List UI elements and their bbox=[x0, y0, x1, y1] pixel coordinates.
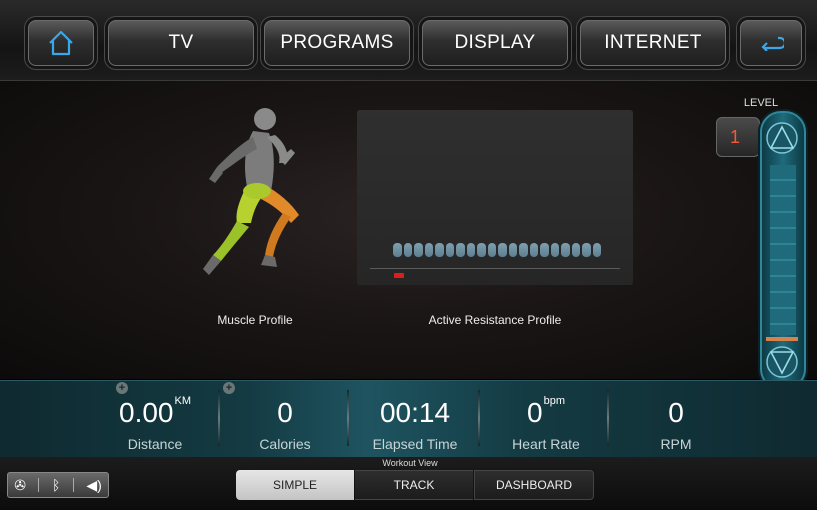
tv-button[interactable]: TV bbox=[108, 20, 254, 66]
calories-value: 0 bbox=[277, 397, 293, 428]
resistance-bar bbox=[477, 243, 486, 257]
resistance-bar bbox=[393, 243, 402, 257]
stat-divider bbox=[607, 390, 609, 446]
resistance-bar bbox=[445, 243, 454, 257]
home-button[interactable] bbox=[28, 20, 94, 66]
fan-icon[interactable]: ✇ bbox=[14, 477, 26, 494]
display-button[interactable]: DISPLAY bbox=[422, 20, 568, 66]
progress-marker bbox=[394, 273, 404, 278]
resistance-bar bbox=[456, 243, 465, 257]
level-up-button[interactable] bbox=[766, 120, 798, 156]
resistance-bar bbox=[414, 243, 423, 257]
resistance-bar bbox=[508, 243, 517, 257]
track-line bbox=[370, 268, 620, 269]
heart-rate-label: Heart Rate bbox=[512, 436, 580, 452]
status-icons: ✇ ᛒ ◀) bbox=[7, 472, 109, 498]
level-value-text: 1 bbox=[730, 126, 741, 147]
back-button[interactable] bbox=[740, 20, 802, 66]
back-icon bbox=[761, 36, 784, 51]
resistance-bar bbox=[529, 243, 538, 257]
muscle-profile-figure bbox=[203, 108, 299, 275]
tab-track[interactable]: TRACK bbox=[355, 470, 473, 500]
tab-dashboard-label: DASHBOARD bbox=[495, 478, 572, 492]
resistance-bar bbox=[498, 243, 507, 257]
calories-label: Calories bbox=[259, 436, 311, 452]
resistance-bar bbox=[592, 243, 601, 257]
resistance-bar bbox=[403, 243, 412, 257]
stat-divider bbox=[218, 390, 220, 446]
status-divider bbox=[38, 478, 40, 492]
resistance-bar bbox=[561, 243, 570, 257]
resistance-bars bbox=[393, 243, 601, 257]
resistance-profile-label: Active Resistance Profile bbox=[428, 313, 562, 327]
workout-view-label: Workout View bbox=[382, 458, 438, 468]
stat-divider bbox=[478, 390, 480, 446]
rpm-label: RPM bbox=[660, 436, 692, 452]
internet-button[interactable]: INTERNET bbox=[580, 20, 726, 66]
resistance-bar bbox=[571, 243, 580, 257]
distance-number: 0.00 bbox=[119, 397, 174, 428]
level-down-button[interactable] bbox=[766, 344, 798, 380]
bluetooth-icon[interactable]: ᛒ bbox=[52, 477, 60, 493]
stat-divider bbox=[347, 390, 349, 446]
elapsed-time-label: Elapsed Time bbox=[372, 436, 458, 452]
status-divider bbox=[72, 478, 74, 492]
resistance-bar bbox=[424, 243, 433, 257]
heart-rate-number: 0 bbox=[527, 397, 543, 428]
resistance-bar bbox=[540, 243, 549, 257]
distance-label: Distance bbox=[127, 436, 183, 452]
resistance-bar bbox=[582, 243, 591, 257]
distance-unit: KM bbox=[174, 395, 192, 407]
resistance-profile-panel bbox=[357, 110, 633, 285]
programs-button[interactable]: PROGRAMS bbox=[264, 20, 410, 66]
level-indicator bbox=[766, 337, 798, 341]
distance-value: 0.00KM bbox=[95, 395, 215, 429]
home-icon bbox=[49, 30, 73, 56]
heart-rate-unit: bpm bbox=[543, 395, 565, 407]
display-button-label: DISPLAY bbox=[454, 32, 536, 53]
tab-simple-label: SIMPLE bbox=[272, 478, 317, 492]
rpm-value: 0 bbox=[668, 397, 684, 428]
resistance-bar bbox=[435, 243, 444, 257]
programs-button-label: PROGRAMS bbox=[280, 32, 394, 53]
muscle-profile-label: Muscle Profile bbox=[217, 313, 293, 327]
distance-add-icon[interactable]: + bbox=[116, 382, 128, 394]
level-value: 1 bbox=[716, 117, 760, 157]
calories-add-icon[interactable]: + bbox=[223, 382, 235, 394]
internet-button-label: INTERNET bbox=[604, 32, 702, 53]
heart-rate-value: 0bpm bbox=[486, 395, 606, 429]
resistance-bar bbox=[550, 243, 559, 257]
resistance-bar bbox=[519, 243, 528, 257]
elapsed-time-value: 00:14 bbox=[379, 397, 451, 428]
level-label: LEVEL bbox=[743, 97, 779, 109]
tv-button-label: TV bbox=[168, 32, 194, 53]
resistance-bar bbox=[466, 243, 475, 257]
level-scale bbox=[770, 165, 796, 335]
tab-track-label: TRACK bbox=[393, 478, 435, 492]
tab-simple[interactable]: SIMPLE bbox=[236, 470, 354, 500]
tab-dashboard[interactable]: DASHBOARD bbox=[474, 470, 594, 500]
volume-icon[interactable]: ◀) bbox=[86, 477, 101, 494]
resistance-bar bbox=[487, 243, 496, 257]
